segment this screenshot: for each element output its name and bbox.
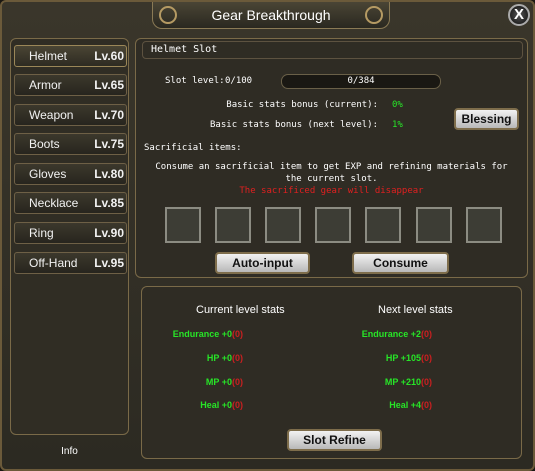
title-ornament-left-icon (159, 6, 177, 24)
info-link[interactable]: Info (10, 446, 129, 457)
stat-label: HP (206, 353, 220, 363)
bonus-next-label: Basic stats bonus (next level): (210, 120, 378, 130)
sacrifice-slot-5[interactable] (365, 207, 401, 243)
current-stats-header: Current level stats (196, 304, 285, 316)
sidebar-item-necklace[interactable]: Necklace Lv.85 (14, 192, 127, 214)
next-stat-endurance: Endurance +2(0) (312, 329, 432, 339)
slot-panel-header: Helmet Slot (142, 41, 523, 59)
sidebar-item-label: Ring (29, 226, 54, 240)
stat-value: +2 (410, 329, 421, 339)
stat-value: +0 (221, 377, 232, 387)
sacrifice-warning: The sacrificed gear will disappear (239, 186, 424, 196)
sidebar-item-label: Off-Hand (29, 256, 78, 270)
current-stat-mp: MP +0(0) (123, 377, 243, 387)
instruction-line-2: the current slot. (285, 174, 378, 184)
sidebar-item-level: Lv.65 (94, 78, 124, 92)
stat-label: Heal (389, 400, 409, 410)
progress-text: 0/384 (347, 76, 375, 86)
title-bar: Gear Breakthrough (152, 2, 390, 29)
stat-bonus: (0) (421, 400, 432, 410)
sidebar-item-level: Lv.85 (94, 196, 124, 210)
auto-input-button[interactable]: Auto-input (215, 252, 310, 274)
next-stat-hp: HP +105(0) (312, 353, 432, 363)
sidebar-item-boots[interactable]: Boots Lv.75 (14, 133, 127, 155)
next-stat-mp: MP +210(0) (312, 377, 432, 387)
stat-label: MP (205, 377, 220, 387)
bonus-current-value: 0% (392, 100, 403, 110)
sacrifice-slot-7[interactable] (466, 207, 502, 243)
stat-label: Endurance (361, 329, 409, 339)
slot-level-label: Slot level: (165, 76, 225, 86)
sidebar-item-level: Lv.90 (94, 226, 124, 240)
sidebar-item-helmet[interactable]: Helmet Lv.60 (14, 45, 127, 67)
instruction-line-1: Consume an sacrificial item to get EXP a… (155, 162, 508, 172)
stat-value: +4 (410, 400, 421, 410)
sacrifice-slot-3[interactable] (265, 207, 301, 243)
stat-value: +105 (400, 353, 421, 363)
stat-label: Endurance (172, 329, 220, 339)
sacrifice-slot-2[interactable] (215, 207, 251, 243)
sidebar-item-label: Necklace (29, 196, 79, 210)
sacrificial-items-label: Sacrificial items: (144, 143, 242, 153)
stat-value: +0 (221, 353, 232, 363)
current-stat-hp: HP +0(0) (123, 353, 243, 363)
next-stats-header: Next level stats (378, 304, 453, 316)
sidebar-item-label: Weapon (29, 108, 74, 122)
consume-button[interactable]: Consume (352, 252, 449, 274)
sacrifice-slot-6[interactable] (416, 207, 452, 243)
sidebar-item-ring[interactable]: Ring Lv.90 (14, 222, 127, 244)
stats-panel: Current level stats Next level stats End… (141, 286, 522, 459)
sidebar-item-level: Lv.60 (94, 49, 124, 63)
slot-exp-progress-bar: 0/384 (281, 74, 441, 89)
stat-bonus: (0) (421, 377, 432, 387)
stat-label: Heal (200, 400, 220, 410)
sidebar-item-gloves[interactable]: Gloves Lv.80 (14, 163, 127, 185)
close-button[interactable]: X (508, 4, 530, 26)
bonus-next-value: 1% (392, 120, 403, 130)
gear-breakthrough-window: Gear Breakthrough X Helmet Lv.60 Armor L… (0, 0, 535, 471)
next-stat-heal: Heal +4(0) (312, 400, 432, 410)
sacrifice-slot-1[interactable] (165, 207, 201, 243)
sidebar-item-level: Lv.70 (94, 108, 124, 122)
slot-level-value: 0/100 (225, 76, 253, 86)
sidebar-item-level: Lv.75 (94, 137, 124, 151)
title-ornament-right-icon (365, 6, 383, 24)
stat-label: MP (384, 377, 399, 387)
stat-value: +0 (221, 400, 232, 410)
sidebar-item-armor[interactable]: Armor Lv.65 (14, 74, 127, 96)
sidebar-item-off-hand[interactable]: Off-Hand Lv.95 (14, 252, 127, 274)
stat-bonus: (0) (232, 377, 243, 387)
stat-bonus: (0) (232, 353, 243, 363)
stat-value: +0 (221, 329, 232, 339)
sidebar-item-label: Boots (29, 137, 60, 151)
stat-bonus: (0) (232, 400, 243, 410)
current-stat-heal: Heal +0(0) (123, 400, 243, 410)
slot-panel: Helmet Slot Slot level: 0/100 0/384 Basi… (135, 38, 528, 278)
sidebar-item-weapon[interactable]: Weapon Lv.70 (14, 104, 127, 126)
sidebar-item-level: Lv.80 (94, 167, 124, 181)
current-stat-endurance: Endurance +0(0) (123, 329, 243, 339)
stat-bonus: (0) (421, 353, 432, 363)
stat-label: HP (385, 353, 399, 363)
sacrifice-slot-4[interactable] (315, 207, 351, 243)
stat-value: +210 (400, 377, 421, 387)
bonus-current-label: Basic stats bonus (current): (226, 100, 378, 110)
sidebar-item-label: Helmet (29, 49, 68, 63)
stat-bonus: (0) (421, 329, 432, 339)
gear-slot-sidebar: Helmet Lv.60 Armor Lv.65 Weapon Lv.70 Bo… (10, 38, 129, 435)
sidebar-item-label: Gloves (29, 167, 67, 181)
window-title: Gear Breakthrough (211, 7, 331, 23)
stat-bonus: (0) (232, 329, 243, 339)
slot-refine-button[interactable]: Slot Refine (287, 429, 382, 451)
sidebar-item-level: Lv.95 (94, 256, 124, 270)
sidebar-item-label: Armor (29, 78, 62, 92)
blessing-button[interactable]: Blessing (454, 108, 519, 130)
